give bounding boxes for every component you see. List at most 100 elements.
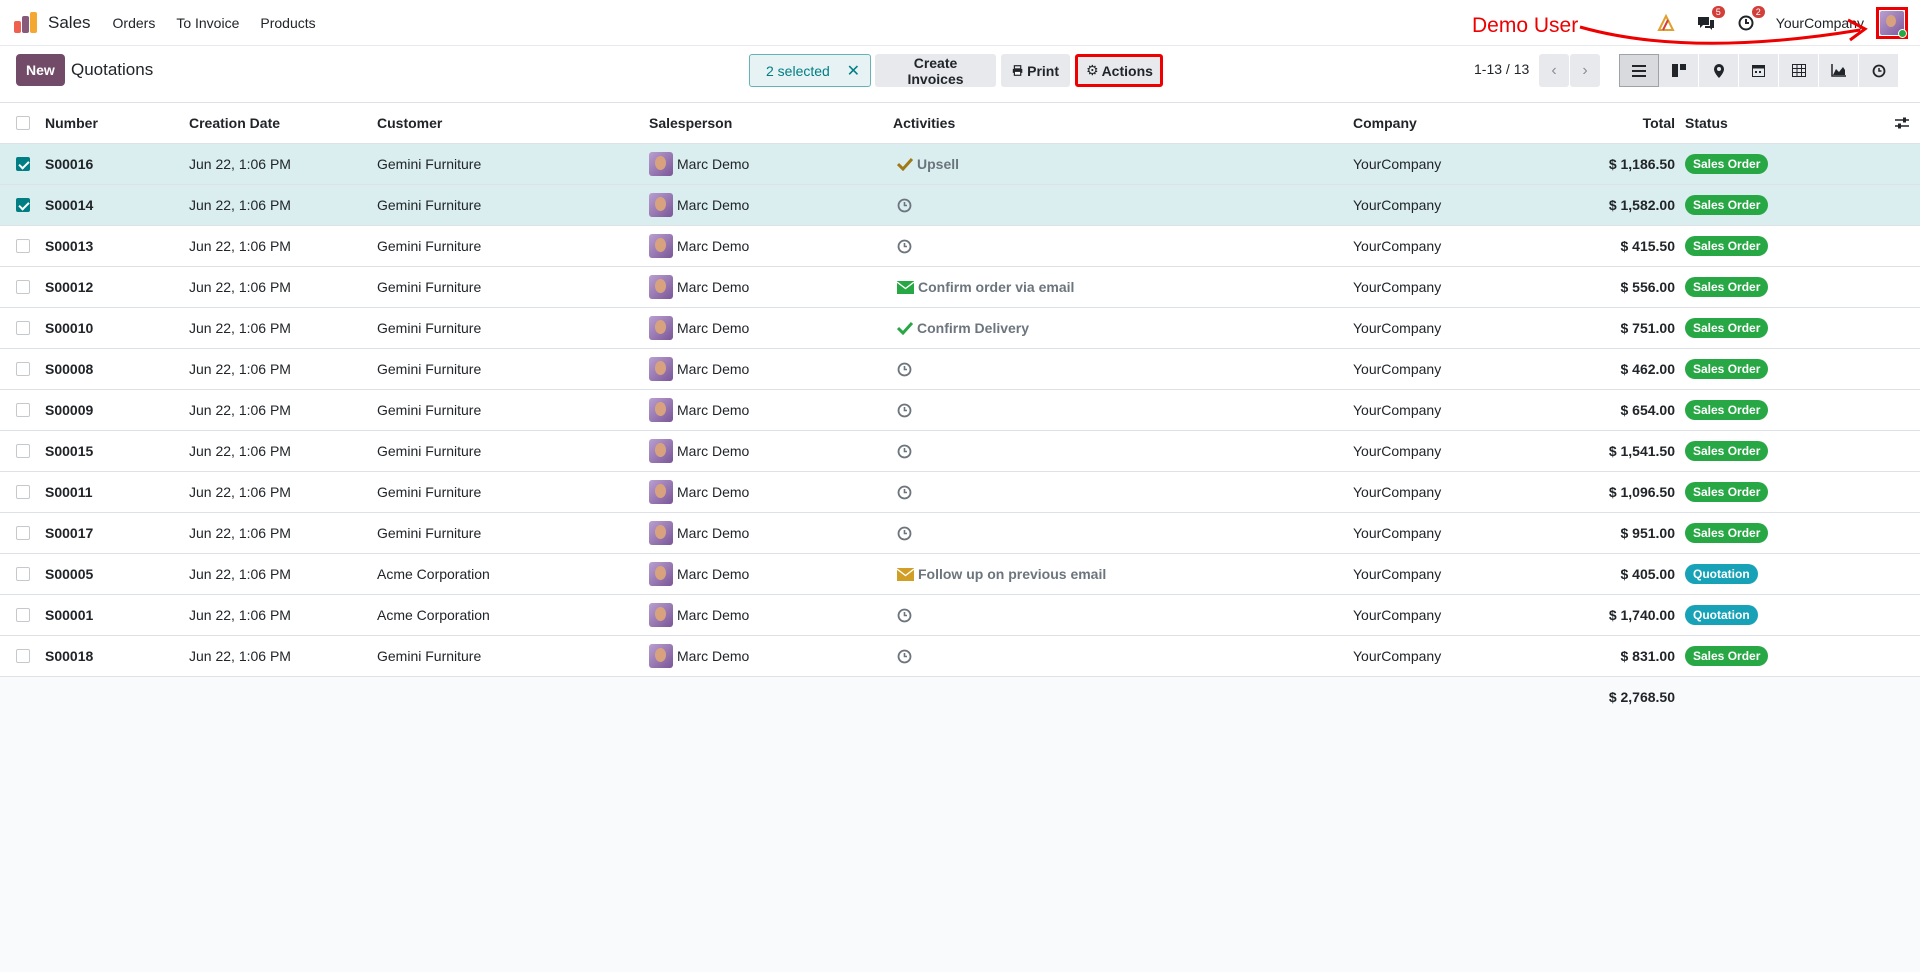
table-row[interactable]: S00009 Jun 22, 1:06 PM Gemini Furniture … [0, 390, 1920, 431]
row-checkbox[interactable] [16, 649, 30, 663]
table-row[interactable]: S00018 Jun 22, 1:06 PM Gemini Furniture … [0, 636, 1920, 677]
clock-icon[interactable] [897, 526, 912, 541]
cell-status: Sales Order [1685, 226, 1769, 266]
clock-icon[interactable] [897, 239, 912, 254]
header-creation-date[interactable]: Creation Date [189, 103, 280, 143]
table-row[interactable]: S00008 Jun 22, 1:06 PM Gemini Furniture … [0, 349, 1920, 390]
cell-activity[interactable] [897, 513, 916, 553]
table-row[interactable]: S00017 Jun 22, 1:06 PM Gemini Furniture … [0, 513, 1920, 554]
app-brand[interactable]: Sales [48, 13, 91, 33]
cell-activity[interactable] [897, 185, 916, 225]
cell-activity[interactable]: Confirm Delivery [897, 308, 1029, 348]
header-number[interactable]: Number [45, 103, 98, 143]
kanban-view-button[interactable] [1659, 54, 1699, 87]
envelope-icon[interactable] [897, 567, 914, 581]
cell-activity[interactable] [897, 595, 916, 635]
cell-salesperson[interactable]: Marc Demo [649, 308, 749, 348]
clock-icon[interactable] [897, 444, 912, 459]
cell-salesperson[interactable]: Marc Demo [649, 431, 749, 471]
clock-icon[interactable] [897, 362, 912, 377]
cell-activity[interactable]: Upsell [897, 144, 959, 184]
cell-activity[interactable]: Follow up on previous email [897, 554, 1106, 594]
table-row[interactable]: S00012 Jun 22, 1:06 PM Gemini Furniture … [0, 267, 1920, 308]
clear-selection-icon[interactable]: ✕ [847, 61, 860, 81]
header-status[interactable]: Status [1685, 103, 1728, 143]
new-button[interactable]: New [16, 54, 65, 86]
optional-columns-toggle[interactable] [1895, 103, 1909, 143]
cell-salesperson[interactable]: Marc Demo [649, 472, 749, 512]
row-checkbox[interactable] [16, 362, 30, 376]
clock-icon[interactable] [897, 485, 912, 500]
pager-value[interactable]: 1-13 / 13 [1474, 61, 1529, 77]
row-checkbox[interactable] [16, 485, 30, 499]
row-checkbox[interactable] [16, 444, 30, 458]
cell-activity[interactable] [897, 472, 916, 512]
row-checkbox[interactable] [16, 526, 30, 540]
cell-salesperson[interactable]: Marc Demo [649, 595, 749, 635]
table-row[interactable]: S00011 Jun 22, 1:06 PM Gemini Furniture … [0, 472, 1920, 513]
sales-app-icon[interactable] [14, 11, 38, 35]
graph-view-button[interactable] [1819, 54, 1859, 87]
check-icon[interactable] [897, 157, 913, 171]
menu-orders[interactable]: Orders [113, 15, 156, 31]
row-checkbox[interactable] [16, 280, 30, 294]
cell-salesperson[interactable]: Marc Demo [649, 185, 749, 225]
pivot-view-button[interactable] [1779, 54, 1819, 87]
cell-activity[interactable] [897, 636, 916, 676]
row-checkbox[interactable] [16, 567, 30, 581]
table-row[interactable]: S00001 Jun 22, 1:06 PM Acme Corporation … [0, 595, 1920, 636]
header-company[interactable]: Company [1353, 103, 1417, 143]
print-button[interactable]: Print [1001, 54, 1070, 87]
check-icon[interactable] [897, 321, 913, 335]
cell-salesperson[interactable]: Marc Demo [649, 390, 749, 430]
row-checkbox[interactable] [16, 321, 30, 335]
user-avatar[interactable] [1876, 7, 1908, 39]
select-all-checkbox[interactable] [16, 116, 30, 130]
list-view-button[interactable] [1619, 54, 1659, 87]
cell-salesperson[interactable]: Marc Demo [649, 226, 749, 266]
cell-activity[interactable] [897, 226, 916, 266]
clock-icon[interactable] [897, 649, 912, 664]
cell-activity[interactable] [897, 431, 916, 471]
calendar-view-button[interactable] [1739, 54, 1779, 87]
cell-salesperson[interactable]: Marc Demo [649, 554, 749, 594]
activity-view-button[interactable] [1859, 54, 1899, 87]
header-customer[interactable]: Customer [377, 103, 442, 143]
cell-salesperson[interactable]: Marc Demo [649, 267, 749, 307]
cell-status: Sales Order [1685, 513, 1769, 553]
header-salesperson[interactable]: Salesperson [649, 103, 732, 143]
pager-next-button[interactable]: › [1570, 54, 1600, 87]
actions-button[interactable]: ⚙ Actions [1075, 54, 1163, 87]
clock-icon [1872, 64, 1885, 77]
cell-salesperson[interactable]: Marc Demo [649, 513, 749, 553]
pager-previous-button[interactable]: ‹ [1539, 54, 1569, 87]
table-row[interactable]: S00014 Jun 22, 1:06 PM Gemini Furniture … [0, 185, 1920, 226]
table-row[interactable]: S00013 Jun 22, 1:06 PM Gemini Furniture … [0, 226, 1920, 267]
map-view-button[interactable] [1699, 54, 1739, 87]
row-checkbox[interactable] [16, 239, 30, 253]
cell-activity[interactable]: Confirm order via email [897, 267, 1074, 307]
cell-salesperson[interactable]: Marc Demo [649, 349, 749, 389]
clock-icon[interactable] [897, 608, 912, 623]
header-total[interactable]: Total [1560, 103, 1675, 143]
row-checkbox[interactable] [16, 157, 30, 171]
row-checkbox[interactable] [16, 608, 30, 622]
envelope-icon[interactable] [897, 280, 914, 294]
table-row[interactable]: S00005 Jun 22, 1:06 PM Acme Corporation … [0, 554, 1920, 595]
cell-activity[interactable] [897, 390, 916, 430]
online-status-dot [1898, 29, 1907, 38]
table-row[interactable]: S00016 Jun 22, 1:06 PM Gemini Furniture … [0, 144, 1920, 185]
clock-icon[interactable] [897, 198, 912, 213]
table-row[interactable]: S00010 Jun 22, 1:06 PM Gemini Furniture … [0, 308, 1920, 349]
clock-icon[interactable] [897, 403, 912, 418]
menu-to-invoice[interactable]: To Invoice [176, 15, 239, 31]
create-invoices-button[interactable]: Create Invoices [875, 54, 996, 87]
cell-salesperson[interactable]: Marc Demo [649, 636, 749, 676]
row-checkbox[interactable] [16, 403, 30, 417]
cell-activity[interactable] [897, 349, 916, 389]
cell-salesperson[interactable]: Marc Demo [649, 144, 749, 184]
row-checkbox[interactable] [16, 198, 30, 212]
header-activities[interactable]: Activities [893, 103, 955, 143]
menu-products[interactable]: Products [260, 15, 315, 31]
table-row[interactable]: S00015 Jun 22, 1:06 PM Gemini Furniture … [0, 431, 1920, 472]
